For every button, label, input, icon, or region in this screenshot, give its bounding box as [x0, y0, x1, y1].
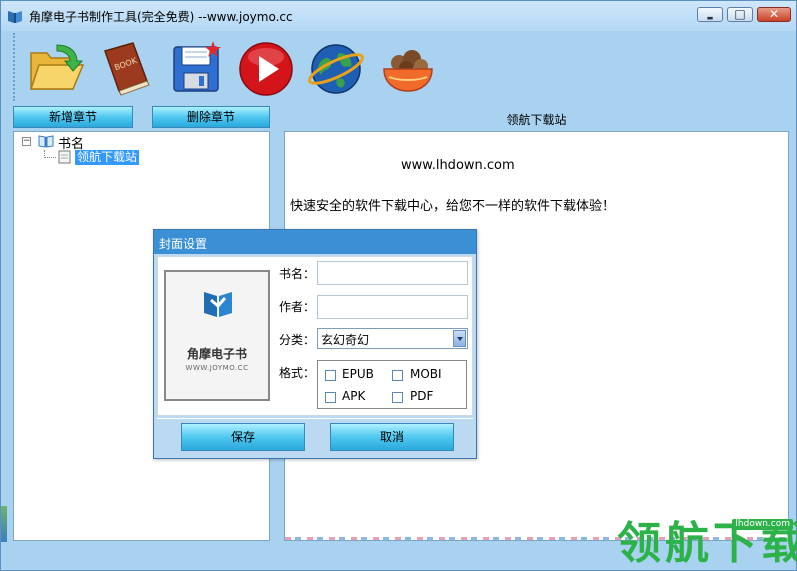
minimize-button[interactable]: ▬	[697, 7, 723, 22]
save-button[interactable]: 保存	[181, 423, 305, 451]
epub-label: EPUB	[342, 367, 374, 381]
add-chapter-button[interactable]: 新增章节	[13, 106, 133, 128]
cancel-button[interactable]: 取消	[330, 423, 454, 451]
open-folder-icon[interactable]	[27, 39, 85, 97]
cover-subtitle: WWW.JOYMO.CC	[185, 364, 249, 372]
minimize-icon: ▬	[706, 14, 714, 22]
mobi-checkbox[interactable]	[392, 370, 403, 381]
save-disk-icon[interactable]	[169, 39, 227, 97]
bowl-icon[interactable]	[379, 39, 437, 97]
maximize-button[interactable]: □	[727, 7, 753, 22]
apk-checkbox[interactable]	[325, 392, 336, 403]
divider	[157, 418, 473, 419]
author-label: 作者：	[279, 300, 316, 314]
joymo-logo-icon	[204, 292, 232, 317]
category-label: 分类：	[279, 333, 316, 347]
epub-checkbox[interactable]	[325, 370, 336, 381]
decorative-strip	[1, 506, 7, 542]
book-name-label: 书名：	[279, 267, 316, 281]
close-icon: ✕	[768, 7, 780, 21]
cover-preview[interactable]: 角摩电子书 WWW.JOYMO.CC	[164, 270, 270, 401]
pdf-label: PDF	[410, 389, 434, 403]
format-label: 格式：	[279, 366, 316, 380]
watermark-url: lhdown.com	[732, 519, 793, 530]
open-book-icon	[38, 135, 54, 148]
book-icon[interactable]: BOOK	[95, 39, 153, 97]
content-title: 领航下载站	[506, 113, 567, 127]
mobi-label: MOBI	[410, 367, 442, 381]
format-options: EPUB MOBI APK PDF	[317, 360, 467, 409]
cover-settings-dialog: 封面设置 角摩电子书 WWW.JOYMO.CC 书名： 作者： 分类： 玄幻奇幻	[153, 229, 477, 459]
dialog-title: 封面设置	[159, 237, 208, 251]
globe-icon[interactable]	[307, 39, 365, 97]
delete-chapter-button[interactable]: 删除章节	[152, 106, 270, 128]
app-window: 角摩电子书制作工具(完全免费) --www.joymo.cc ▬ □ ✕ BOO…	[0, 0, 797, 571]
category-value: 玄幻奇幻	[321, 333, 370, 347]
apk-label: APK	[342, 389, 366, 403]
page-icon	[58, 150, 71, 164]
play-icon[interactable]	[237, 39, 295, 97]
watermark: 领航下载 lhdown.com	[617, 519, 797, 569]
content-description: 快速安全的软件下载中心，给您不一样的软件下载体验！	[290, 199, 616, 214]
book-name-input[interactable]	[317, 261, 468, 285]
author-input[interactable]	[317, 295, 468, 319]
tree-item-selected[interactable]: 领航下载站	[75, 150, 140, 165]
dialog-body: 角摩电子书 WWW.JOYMO.CC 书名： 作者： 分类： 玄幻奇幻 格式： …	[157, 256, 473, 416]
close-button[interactable]: ✕	[757, 7, 791, 22]
window-title: 角摩电子书制作工具(完全免费) --www.joymo.cc	[29, 10, 293, 24]
category-select[interactable]: 玄幻奇幻	[317, 328, 468, 349]
maximize-icon: □	[734, 7, 746, 21]
content-url: www.lhdown.com	[401, 158, 515, 173]
cover-title: 角摩电子书	[186, 347, 247, 361]
tree-connector	[44, 157, 56, 158]
collapse-icon[interactable]: −	[22, 137, 31, 146]
pdf-checkbox[interactable]	[392, 392, 403, 403]
dialog-title-bar[interactable]: 封面设置	[154, 230, 476, 254]
title-bar[interactable]: 角摩电子书制作工具(完全免费) --www.joymo.cc ▬ □ ✕	[1, 1, 796, 31]
toolbar: BOOK	[13, 33, 793, 101]
app-book-icon	[8, 11, 22, 23]
chevron-down-icon[interactable]	[453, 330, 466, 347]
